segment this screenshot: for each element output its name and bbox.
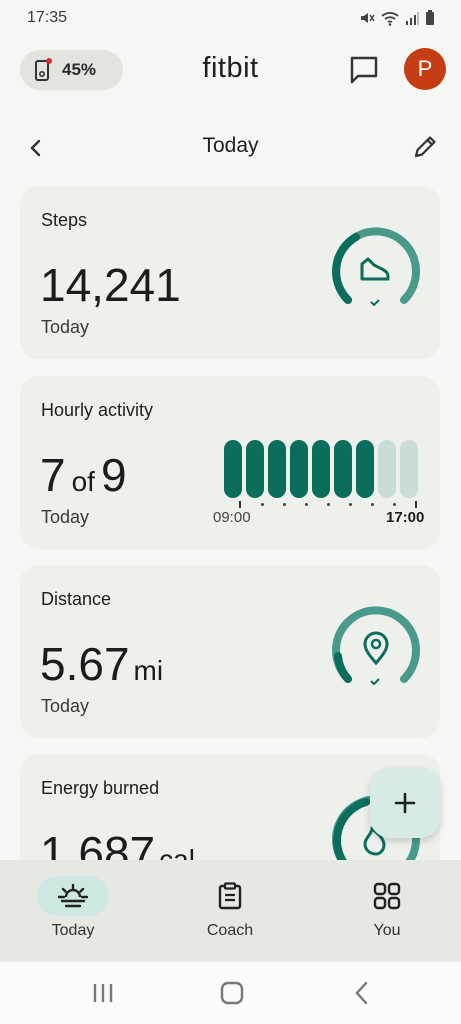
nav-today-indicator — [37, 876, 109, 916]
status-icons — [359, 10, 435, 26]
hourly-bar — [334, 440, 352, 498]
steps-card[interactable]: Steps 14,241 Today — [20, 186, 440, 359]
hourly-tick — [371, 503, 374, 506]
check-icon — [370, 678, 380, 686]
app-bar: 45% fitbit P — [0, 44, 461, 96]
hourly-end-time: 17:00 — [386, 509, 425, 526]
nav-coach[interactable]: Coach — [170, 860, 290, 962]
status-time: 17:35 — [27, 9, 68, 26]
check-icon — [370, 299, 380, 307]
page-title: Today — [202, 134, 259, 157]
steps-value: 14,241 — [40, 259, 181, 311]
nav-today-label: Today — [51, 922, 95, 939]
hourly-start-time: 09:00 — [213, 509, 251, 526]
chevron-left-icon — [30, 139, 41, 157]
distance-subtitle: Today — [41, 696, 90, 716]
location-pin-icon — [363, 631, 389, 666]
battery-icon — [426, 10, 434, 25]
distance-value: 5.67 mi — [40, 637, 163, 691]
plus-icon — [394, 792, 416, 814]
hourly-tick — [283, 503, 286, 506]
hourly-bar — [356, 440, 374, 498]
hourly-bar — [378, 440, 396, 498]
recents-icon — [93, 984, 113, 1002]
messages-button[interactable] — [348, 54, 380, 86]
home-icon — [220, 981, 244, 1005]
hourly-total: 9 — [100, 449, 127, 501]
home-button[interactable] — [218, 980, 246, 1006]
hourly-bar — [224, 440, 242, 498]
distance-gauge — [332, 606, 420, 686]
back-arrow-icon — [355, 981, 368, 1005]
wifi-icon — [381, 12, 399, 26]
hourly-bar — [268, 440, 286, 498]
system-back-button[interactable] — [348, 980, 376, 1006]
hourly-tick — [415, 501, 417, 508]
steps-title: Steps — [41, 210, 88, 230]
hourly-tick — [239, 501, 241, 508]
distance-number: 5.67 — [40, 638, 130, 690]
nav-coach-indicator — [194, 876, 266, 916]
tracker-icon — [35, 58, 52, 81]
hourly-title: Hourly activity — [41, 400, 154, 420]
date-header: Today — [0, 124, 461, 170]
previous-day-button[interactable] — [22, 134, 50, 162]
distance-title: Distance — [41, 589, 112, 609]
nav-today[interactable]: Today — [13, 860, 133, 962]
avatar[interactable]: P — [404, 48, 446, 90]
nav-you-label: You — [373, 922, 401, 939]
nav-you-indicator — [351, 876, 423, 916]
device-battery-button[interactable]: 45% — [20, 50, 123, 90]
distance-unit: mi — [133, 655, 164, 686]
energy-title: Energy burned — [41, 778, 160, 798]
signal-icon — [406, 12, 419, 25]
system-nav-bar — [0, 962, 461, 1024]
grid-icon — [373, 882, 401, 910]
hourly-subtitle: Today — [41, 507, 90, 527]
edit-button[interactable] — [410, 132, 440, 162]
hourly-tick — [327, 503, 330, 506]
hourly-bar — [400, 440, 418, 498]
device-battery-label: 45% — [62, 60, 97, 79]
hourly-tick — [261, 503, 264, 506]
steps-subtitle: Today — [41, 317, 90, 337]
hourly-value: 7 of 9 — [40, 448, 127, 502]
pencil-icon — [414, 136, 436, 158]
hourly-bar — [312, 440, 330, 498]
hourly-activity-card[interactable]: Hourly activity 7 of 9 Today 09:00 17:00 — [20, 376, 440, 549]
recent-apps-button[interactable] — [89, 980, 117, 1006]
hourly-tick — [393, 503, 396, 506]
clipboard-icon — [218, 882, 242, 910]
nav-you[interactable]: You — [327, 860, 447, 962]
nav-coach-label: Coach — [206, 922, 254, 939]
hourly-tick — [349, 503, 352, 506]
hourly-bar — [246, 440, 264, 498]
distance-card[interactable]: Distance 5.67 mi Today — [20, 565, 440, 738]
steps-gauge — [332, 227, 420, 307]
add-button[interactable] — [370, 768, 440, 838]
hourly-bars — [224, 440, 420, 498]
hourly-of-label: of — [71, 466, 95, 497]
shoe-icon — [360, 257, 390, 281]
sunrise-icon — [58, 883, 88, 908]
hourly-bar — [290, 440, 308, 498]
status-bar: 17:35 — [0, 0, 461, 36]
bottom-nav: Today Coach You — [0, 860, 461, 962]
mute-icon — [361, 13, 375, 23]
hourly-tick — [305, 503, 308, 506]
hourly-count: 7 — [40, 449, 66, 501]
chat-icon — [350, 56, 378, 84]
